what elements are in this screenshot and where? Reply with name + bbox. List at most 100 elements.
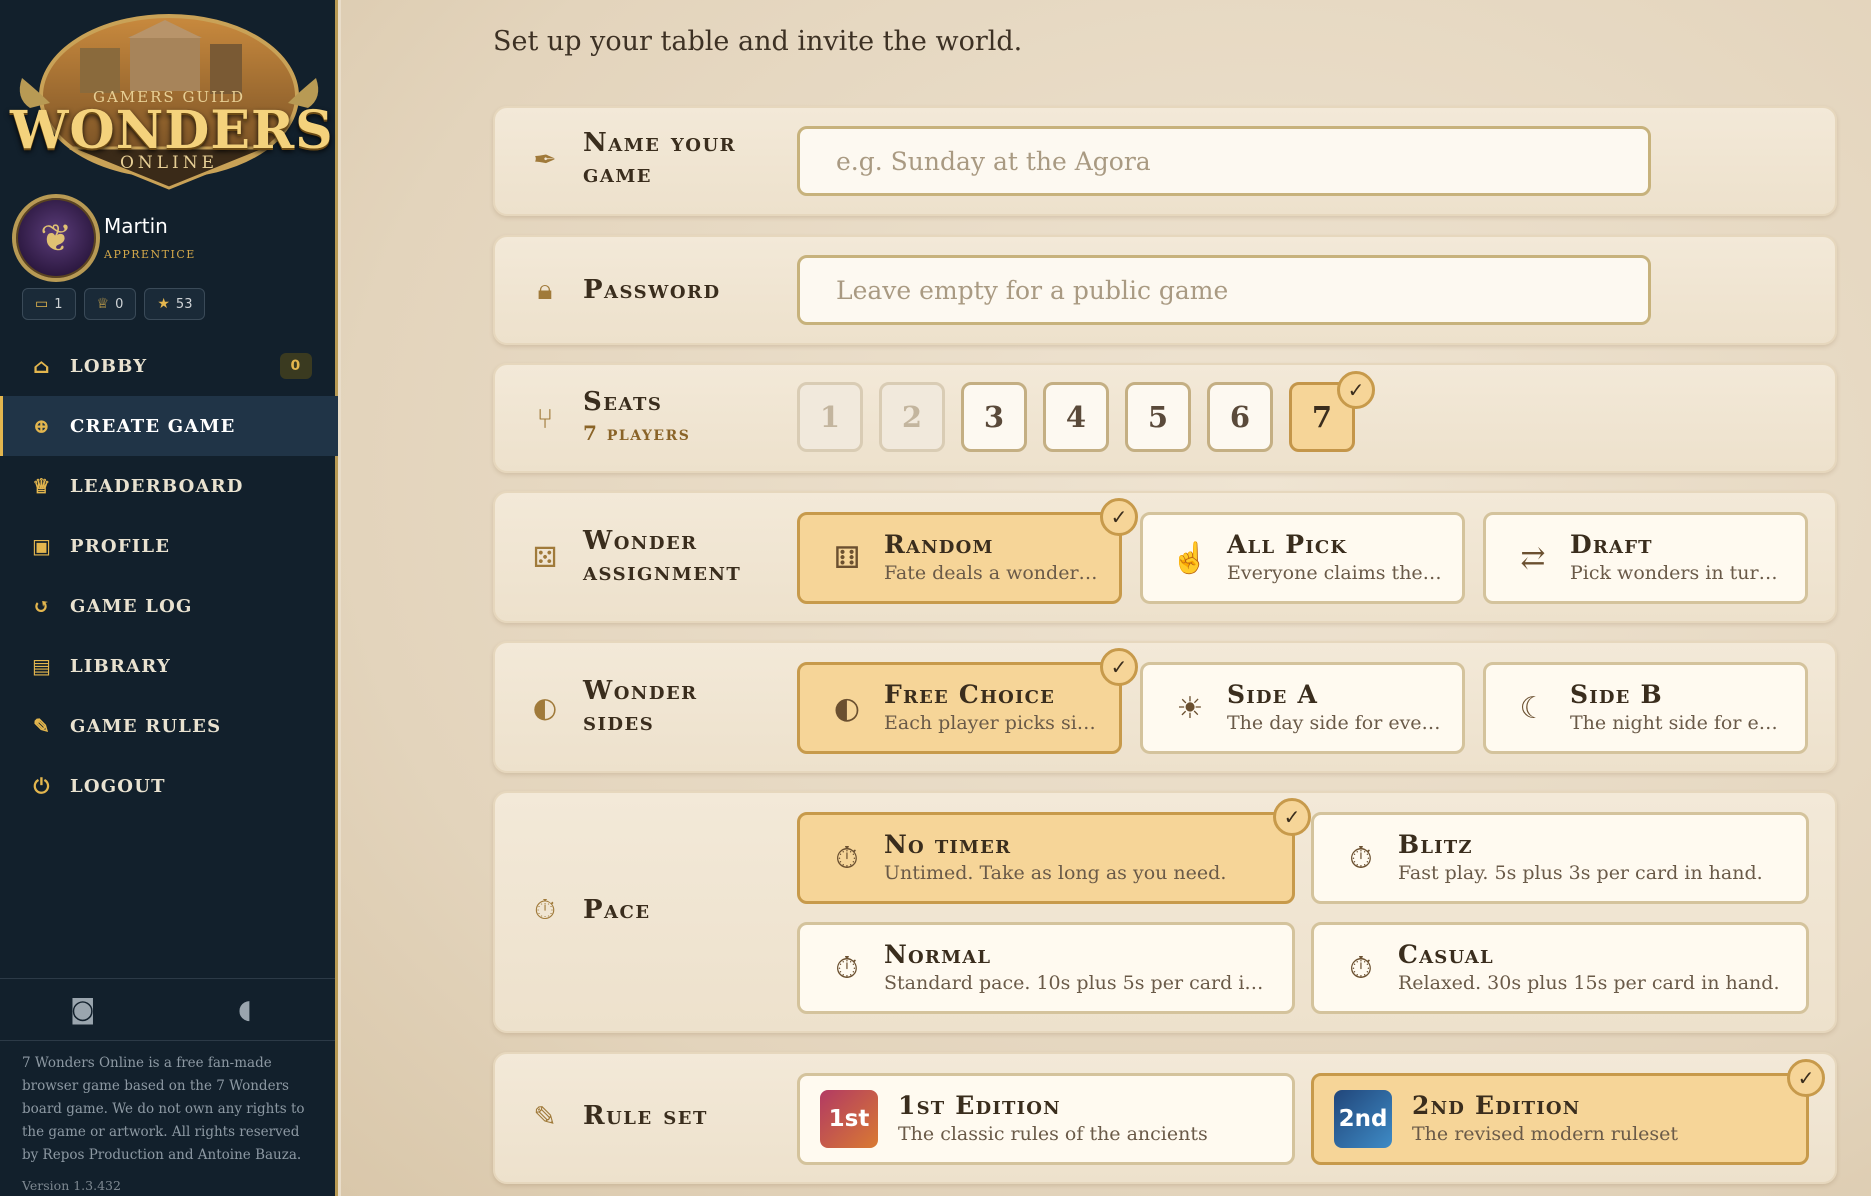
check-icon: ✓ (1100, 648, 1138, 686)
stopwatch-icon: ⏱ (1349, 950, 1373, 986)
check-icon: ✓ (1787, 1059, 1825, 1097)
half-circle-icon: ◐ (532, 690, 558, 724)
stat-tickets: ▭ 1 (22, 288, 76, 320)
sun-icon: ☀ (1176, 690, 1204, 726)
pace-card: ⏱ Pace ⏱ No timer Untimed. Take as long a… (493, 791, 1837, 1033)
sidebar-item-label: Library (70, 655, 171, 677)
name-card: ✒ Name your game (493, 106, 1837, 216)
sidebar-item-label: Game Log (70, 595, 193, 617)
scroll-icon: ✎ (533, 1100, 557, 1133)
stopwatch-icon: ⏱ (835, 950, 859, 986)
pace-option-casual[interactable]: ⏱ Casual Relaxed. 30s plus 15s per card i… (1311, 922, 1809, 1014)
id-badge-icon: ▣ (31, 534, 53, 558)
ruleset-card: ✎ Rule set 1st 1st Edition The classic ru… (493, 1052, 1837, 1184)
seat-option-3[interactable]: 3 (961, 382, 1027, 452)
sidebar-nav: ⌂ Lobby 0 ⊕ Create Game ♕ Leaderboard ▣ … (0, 336, 338, 816)
sidebar-item-label: Logout (70, 775, 166, 797)
scroll-icon: ✎ (33, 714, 51, 738)
assignment-card: ⚄ Wonder assignment ⚅ Random Fate deals a… (493, 491, 1837, 623)
sidebar-item-profile[interactable]: ▣ Profile (0, 516, 338, 576)
sidebar-divider (0, 978, 335, 979)
sidebar-item-library[interactable]: ▤ Library (0, 636, 338, 696)
seat-option-6[interactable]: 6 (1207, 382, 1273, 452)
check-icon: ✓ (1337, 371, 1375, 409)
sidebar-item-label: Profile (70, 535, 171, 557)
sides-option-free-choice[interactable]: ◐ Free ChoiceEach player picks side A ..… (797, 662, 1122, 754)
sidebar-item-lobby[interactable]: ⌂ Lobby 0 (0, 336, 338, 396)
logo-tagline: ONLINE (119, 153, 219, 173)
pointer-hand-icon: ☝ (1171, 540, 1209, 576)
stopwatch-icon: ⏱ (1349, 840, 1373, 876)
password-label: 🔒︎ Password (527, 273, 721, 307)
seats-count: 7 players (583, 421, 691, 445)
ruleset-label: ✎ Rule set (527, 1100, 708, 1133)
sidebar-item-leaderboard[interactable]: ♕ Leaderboard (0, 456, 338, 516)
seats-card: ⑂ Seats 7 players 1 2 3 4 5 6 7 ✓ (493, 363, 1837, 473)
discord-icon[interactable]: ◙ (70, 995, 95, 1025)
sidebar-item-label: Lobby (70, 355, 148, 377)
stat-trophies: ♕ 0 (83, 288, 137, 320)
sides-label: ◐ Wonder sides (527, 676, 773, 738)
sidebar-item-label: Create Game (70, 415, 236, 437)
page-intro: Set up your table and invite the world. (493, 26, 1023, 57)
name-label: ✒ Name your game (527, 128, 773, 190)
seat-option-5[interactable]: 5 (1125, 382, 1191, 452)
seats-label: ⑂ Seats 7 players (527, 387, 690, 449)
history-icon: ↺ (33, 594, 51, 618)
sidebar-item-game-rules[interactable]: ✎ Game Rules (0, 696, 338, 756)
stopwatch-icon: ⏱ (835, 840, 859, 876)
user-rank: Apprentice (104, 244, 196, 262)
patreon-icon[interactable]: ◖ (238, 995, 252, 1025)
user-panel: ❦ Martin Apprentice ▭ 1 ♕ 0 ★ 53 (12, 194, 328, 324)
user-name: Martin (104, 214, 168, 238)
pace-option-normal[interactable]: ⏱ Normal Standard pace. 10s plus 5s per c… (797, 922, 1295, 1014)
stopwatch-icon: ⏱ (534, 893, 556, 926)
version-label: Version 1.3.432 (22, 1178, 121, 1193)
first-edition-badge-icon: 1st (820, 1090, 878, 1148)
pace-option-blitz[interactable]: ⏱ Blitz Fast play. 5s plus 3s per card in… (1311, 812, 1809, 904)
seat-option-2[interactable]: 2 (879, 382, 945, 452)
check-icon: ✓ (1273, 798, 1311, 836)
assignment-option-all-pick[interactable]: ☝ All PickEveryone claims the won... (1140, 512, 1465, 604)
trophy-icon: ♕ (96, 296, 110, 312)
power-icon: ⏻ (33, 774, 51, 798)
sides-option-side-b[interactable]: ☾ Side BThe night side for everyo... (1483, 662, 1808, 754)
password-input[interactable] (797, 255, 1651, 325)
assignment-option-random[interactable]: ⚅ RandomFate deals a wonder to e... (797, 512, 1122, 604)
ticket-icon: ▭ (35, 296, 49, 312)
game-name-input[interactable] (797, 126, 1651, 196)
ruleset-option-1st-edition[interactable]: 1st 1st Edition The classic rules of the … (797, 1073, 1295, 1165)
laurel-icon: ❦ (40, 216, 72, 260)
sides-card: ◐ Wonder sides ◐ Free Choice Each player … (493, 641, 1837, 773)
quill-icon: ✒ (533, 142, 557, 176)
chair-icon: ⑂ (536, 401, 554, 435)
seat-option-1[interactable]: 1 (797, 382, 863, 452)
logo[interactable]: GAMERS GUILD WONDERS ONLINE (10, 8, 334, 196)
sidebar-item-create-game[interactable]: ⊕ Create Game (0, 396, 338, 456)
sidebar-divider (0, 1040, 335, 1041)
swap-arrows-icon: ⇄ (1520, 540, 1546, 576)
pace-option-no-timer[interactable]: ⏱ No timer Untimed. Take as long as you n… (797, 812, 1295, 904)
pace-label: ⏱ Pace (527, 893, 651, 927)
half-circle-icon: ◐ (833, 690, 861, 726)
sidebar-item-label: Game Rules (70, 715, 222, 737)
logo-title: WONDERS (10, 100, 334, 161)
assignment-option-draft[interactable]: ⇄ DraftPick wonders in turns be... (1483, 512, 1808, 604)
ruleset-option-2nd-edition[interactable]: 2nd 2nd Edition The revised modern rulese… (1311, 1073, 1809, 1165)
moon-icon: ☾ (1519, 690, 1547, 726)
sidebar-item-logout[interactable]: ⏻ Logout (0, 756, 338, 816)
sides-option-side-a[interactable]: ☀ Side AThe day side for everyone (1140, 662, 1465, 754)
sidebar-item-label: Leaderboard (70, 475, 244, 497)
seat-option-4[interactable]: 4 (1043, 382, 1109, 452)
check-icon: ✓ (1100, 498, 1138, 536)
book-icon: ▤ (31, 654, 53, 678)
stat-stars: ★ 53 (144, 288, 206, 320)
lobby-count-badge: 0 (280, 353, 312, 379)
footer-disclaimer: 7 Wonders Online is a free fan-made brow… (22, 1055, 305, 1163)
main-content: Set up your table and invite the world. … (341, 0, 1871, 1196)
sidebar-item-game-log[interactable]: ↺ Game Log (0, 576, 338, 636)
plus-circle-icon: ⊕ (33, 414, 51, 438)
avatar[interactable]: ❦ (12, 194, 100, 282)
lock-icon: 🔒︎ (537, 273, 553, 306)
dice-icon: ⚅ (833, 540, 861, 576)
